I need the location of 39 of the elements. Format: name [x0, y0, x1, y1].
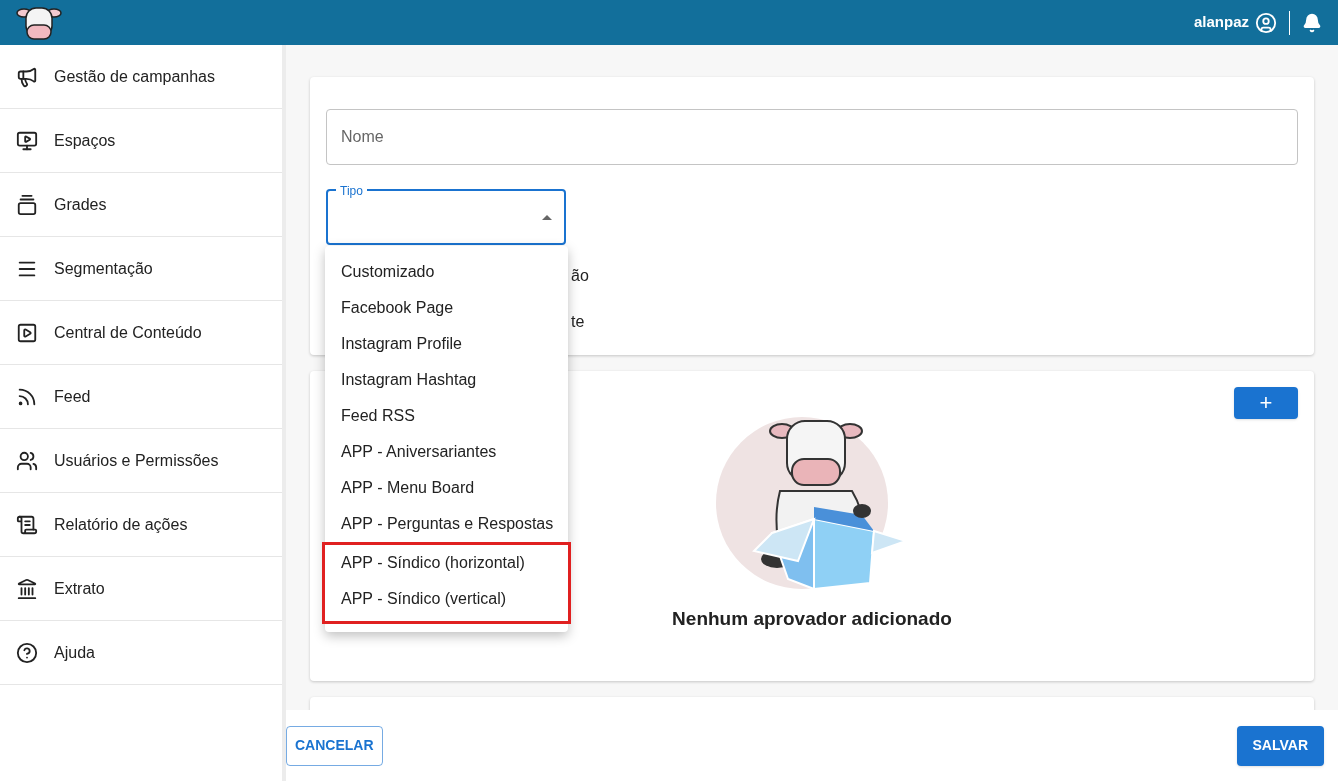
sidebar-item[interactable]: Feed — [0, 365, 282, 429]
menu-item[interactable]: APP - Síndico (vertical) — [325, 581, 568, 617]
help-icon — [16, 641, 38, 664]
sidebar-item[interactable]: Espaços — [0, 109, 282, 173]
empty-message: Nenhum aprovador adicionado — [672, 607, 952, 631]
sidebar-item[interactable]: Central de Conteúdo — [0, 301, 282, 365]
name-field[interactable]: Nome — [326, 109, 1298, 165]
carousel-icon — [16, 193, 38, 216]
sidebar-item[interactable]: Extrato — [0, 557, 282, 621]
sidebar-item[interactable]: Usuários e Permissões — [0, 429, 282, 493]
tv-play-icon — [16, 129, 38, 152]
notifications-icon[interactable] — [1302, 12, 1322, 33]
menu-item[interactable]: Feed RSS — [325, 398, 568, 434]
account-icon[interactable] — [1255, 11, 1277, 34]
add-button[interactable]: + — [1234, 387, 1298, 419]
people-icon — [16, 449, 38, 472]
menu-item[interactable]: Facebook Page — [325, 290, 568, 326]
cow-logo-icon — [16, 4, 62, 41]
menu-item[interactable]: APP - Aniversariantes — [325, 434, 568, 470]
menu-item[interactable]: Instagram Hashtag — [325, 362, 568, 398]
sidebar-item[interactable]: Ajuda — [0, 621, 282, 685]
option-label: ão — [571, 266, 589, 286]
sidebar-item[interactable]: Grades — [0, 173, 282, 237]
menu-item[interactable]: APP - Síndico (horizontal) — [325, 545, 568, 581]
sidebar-item[interactable]: Segmentação — [0, 237, 282, 301]
menu-item[interactable]: Instagram Profile — [325, 326, 568, 362]
megaphone-icon — [16, 65, 38, 88]
video-library-icon — [16, 321, 38, 344]
scroll-icon — [16, 513, 38, 536]
bank-icon — [16, 577, 38, 600]
menu-item[interactable]: APP - Menu Board — [325, 470, 568, 506]
sidebar-item[interactable]: Gestão de campanhas — [0, 45, 282, 109]
cancel-button[interactable]: CANCELAR — [286, 725, 383, 766]
sidebar-item[interactable]: Relatório de ações — [0, 493, 282, 557]
option-label: te — [571, 312, 586, 332]
username: alanpaz — [1193, 12, 1249, 33]
menu-item[interactable]: Customizado — [325, 254, 568, 290]
menu-item[interactable]: APP - Perguntas e Respostas — [325, 506, 568, 542]
save-button[interactable]: SALVAR — [1236, 725, 1324, 766]
